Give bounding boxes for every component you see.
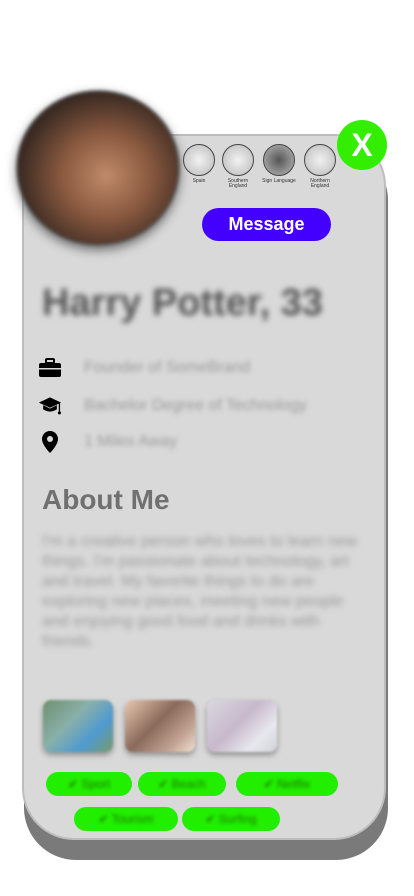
education-text: Bachelor Degree of Technology bbox=[84, 397, 307, 414]
briefcase-icon bbox=[38, 356, 62, 380]
language-icon bbox=[263, 144, 295, 176]
education-row: Bachelor Degree of Technology bbox=[38, 394, 307, 418]
language-label: Northern England bbox=[310, 178, 330, 189]
interest-tag[interactable]: ✔ Netflix bbox=[236, 772, 338, 796]
language-label: Spain bbox=[192, 178, 206, 184]
occupation-row: Founder of SomeBrand bbox=[38, 356, 250, 380]
interest-tag[interactable]: ✔ Beach bbox=[138, 772, 226, 796]
language-item-3[interactable]: Sign Language bbox=[260, 144, 298, 184]
photo-thumbnail-3[interactable] bbox=[207, 700, 277, 752]
about-text: I'm a creative person who loves to learn… bbox=[42, 533, 358, 650]
close-button[interactable]: X bbox=[337, 120, 387, 170]
avatar[interactable] bbox=[16, 90, 180, 246]
language-icon bbox=[222, 144, 254, 176]
language-label: Sign Language bbox=[262, 178, 296, 184]
language-item-4[interactable]: Northern England bbox=[301, 144, 339, 189]
interest-tag[interactable]: ✔ Tourism bbox=[74, 807, 178, 831]
interest-tag[interactable]: ✔ Surfing bbox=[182, 807, 280, 831]
location-pin-icon bbox=[38, 430, 62, 454]
about-title: About Me bbox=[42, 484, 170, 515]
language-item-1[interactable]: Spain bbox=[180, 144, 218, 184]
language-item-2[interactable]: Southern England bbox=[219, 144, 257, 189]
photo-thumbnail-2[interactable] bbox=[125, 700, 195, 752]
message-button[interactable]: Message bbox=[202, 208, 331, 241]
interest-tag[interactable]: ✔ Sport bbox=[46, 772, 132, 796]
location-row: 1 Miles Away bbox=[38, 430, 177, 454]
language-icon bbox=[304, 144, 336, 176]
language-label: Southern England bbox=[227, 178, 249, 189]
photo-thumbnail-1[interactable] bbox=[43, 700, 113, 752]
profile-name: Harry Potter, 33 bbox=[42, 282, 323, 324]
graduation-cap-icon bbox=[38, 394, 62, 418]
occupation-text: Founder of SomeBrand bbox=[84, 359, 251, 376]
location-text: 1 Miles Away bbox=[84, 433, 178, 450]
language-icon bbox=[183, 144, 215, 176]
